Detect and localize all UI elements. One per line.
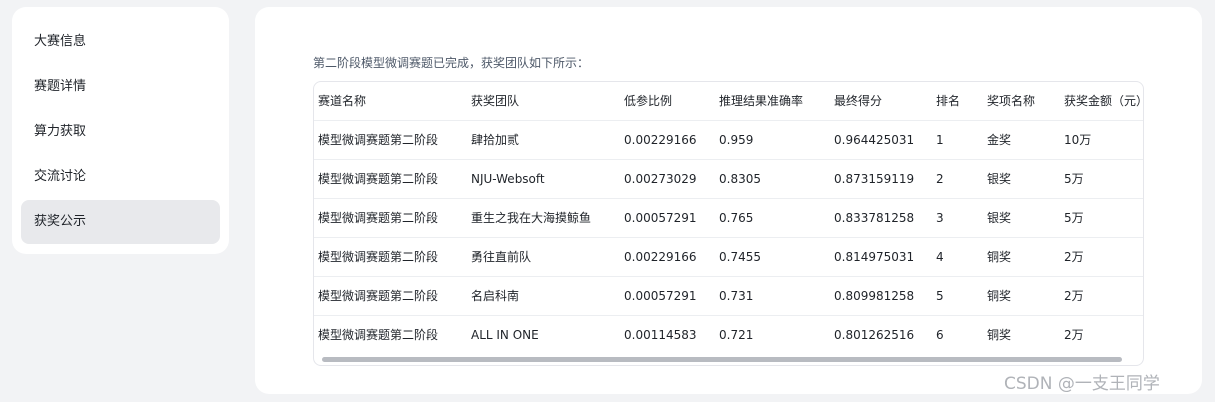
cell-track: 模型微调赛题第二阶段 — [318, 211, 439, 225]
cell-param-ratio: 0.00229166 — [624, 133, 697, 147]
column-header-award-amount: 获奖金额（元） — [1064, 94, 1144, 108]
nav-item-discussion[interactable]: 交流讨论 — [21, 155, 220, 199]
cell-award-name: 银奖 — [987, 172, 1012, 186]
table-row: 模型微调赛题第二阶段 NJU-Websoft 0.00273029 0.8305… — [314, 160, 1143, 199]
cell-rank: 1 — [936, 133, 944, 147]
nav-item-problem-details[interactable]: 赛题详情 — [21, 65, 220, 109]
column-header-rank: 排名 — [936, 94, 961, 108]
cell-award-name: 铜奖 — [987, 328, 1012, 342]
cell-award-name: 金奖 — [987, 133, 1012, 147]
cell-team: 肆拾加贰 — [471, 133, 520, 147]
cell-param-ratio: 0.00114583 — [624, 328, 697, 342]
cell-final-score: 0.814975031 — [834, 250, 915, 264]
cell-rank: 3 — [936, 211, 944, 225]
column-header-final-score: 最终得分 — [834, 94, 883, 108]
sidebar-nav: 大赛信息 赛题详情 算力获取 交流讨论 获奖公示 — [12, 7, 229, 254]
cell-accuracy: 0.8305 — [719, 172, 761, 186]
cell-track: 模型微调赛题第二阶段 — [318, 250, 439, 264]
cell-award-name: 铜奖 — [987, 250, 1012, 264]
intro-text: 第二阶段模型微调赛题已完成，获奖团队如下所示： — [313, 56, 590, 70]
nav-item-competition-info[interactable]: 大赛信息 — [21, 20, 220, 64]
cell-award-amount: 2万 — [1064, 289, 1084, 303]
cell-final-score: 0.833781258 — [834, 211, 915, 225]
cell-team: NJU-Websoft — [471, 172, 545, 186]
cell-accuracy: 0.765 — [719, 211, 754, 225]
cell-track: 模型微调赛题第二阶段 — [318, 289, 439, 303]
cell-rank: 6 — [936, 328, 944, 342]
cell-rank: 5 — [936, 289, 944, 303]
watermark-text: CSDN @一支王同学 — [1004, 374, 1160, 394]
cell-award-name: 银奖 — [987, 211, 1012, 225]
nav-item-award-announcement[interactable]: 获奖公示 — [21, 200, 220, 244]
cell-award-amount: 5万 — [1064, 211, 1084, 225]
cell-param-ratio: 0.00057291 — [624, 211, 697, 225]
cell-award-amount: 2万 — [1064, 328, 1084, 342]
cell-final-score: 0.801262516 — [834, 328, 915, 342]
cell-final-score: 0.809981258 — [834, 289, 915, 303]
cell-param-ratio: 0.00057291 — [624, 289, 697, 303]
table-header-row: 赛道名称 获奖团队 低参比例 推理结果准确率 最终得分 排名 奖项名称 获奖金额… — [314, 82, 1143, 121]
horizontal-scrollbar[interactable] — [322, 357, 1122, 362]
cell-param-ratio: 0.00273029 — [624, 172, 697, 186]
column-header-team: 获奖团队 — [471, 94, 520, 108]
cell-accuracy: 0.7455 — [719, 250, 761, 264]
cell-track: 模型微调赛题第二阶段 — [318, 328, 439, 342]
cell-param-ratio: 0.00229166 — [624, 250, 697, 264]
cell-final-score: 0.873159119 — [834, 172, 915, 186]
awards-table: 赛道名称 获奖团队 低参比例 推理结果准确率 最终得分 排名 奖项名称 获奖金额… — [313, 81, 1144, 366]
cell-team: 勇往直前队 — [471, 250, 532, 264]
cell-award-name: 铜奖 — [987, 289, 1012, 303]
cell-team: 重生之我在大海摸鲸鱼 — [471, 211, 592, 225]
cell-track: 模型微调赛题第二阶段 — [318, 172, 439, 186]
column-header-accuracy: 推理结果准确率 — [719, 94, 804, 108]
cell-team: ALL IN ONE — [471, 328, 539, 342]
cell-accuracy: 0.959 — [719, 133, 754, 147]
cell-final-score: 0.964425031 — [834, 133, 915, 147]
table-row: 模型微调赛题第二阶段 重生之我在大海摸鲸鱼 0.00057291 0.765 0… — [314, 199, 1143, 238]
cell-accuracy: 0.731 — [719, 289, 754, 303]
nav-item-compute-access[interactable]: 算力获取 — [21, 110, 220, 154]
cell-award-amount: 10万 — [1064, 133, 1092, 147]
table-row: 模型微调赛题第二阶段 肆拾加贰 0.00229166 0.959 0.96442… — [314, 121, 1143, 160]
cell-track: 模型微调赛题第二阶段 — [318, 133, 439, 147]
cell-accuracy: 0.721 — [719, 328, 754, 342]
cell-award-amount: 2万 — [1064, 250, 1084, 264]
table-row: 模型微调赛题第二阶段 ALL IN ONE 0.00114583 0.721 0… — [314, 316, 1143, 355]
table-row: 模型微调赛题第二阶段 勇往直前队 0.00229166 0.7455 0.814… — [314, 238, 1143, 277]
cell-award-amount: 5万 — [1064, 172, 1084, 186]
column-header-award-name: 奖项名称 — [987, 94, 1036, 108]
cell-rank: 2 — [936, 172, 944, 186]
column-header-track: 赛道名称 — [318, 94, 367, 108]
main-content-card: 第二阶段模型微调赛题已完成，获奖团队如下所示： 赛道名称 获奖团队 低参比例 推… — [255, 7, 1202, 394]
column-header-param-ratio: 低参比例 — [624, 94, 673, 108]
table-row: 模型微调赛题第二阶段 名启科南 0.00057291 0.731 0.80998… — [314, 277, 1143, 316]
cell-team: 名启科南 — [471, 289, 520, 303]
cell-rank: 4 — [936, 250, 944, 264]
